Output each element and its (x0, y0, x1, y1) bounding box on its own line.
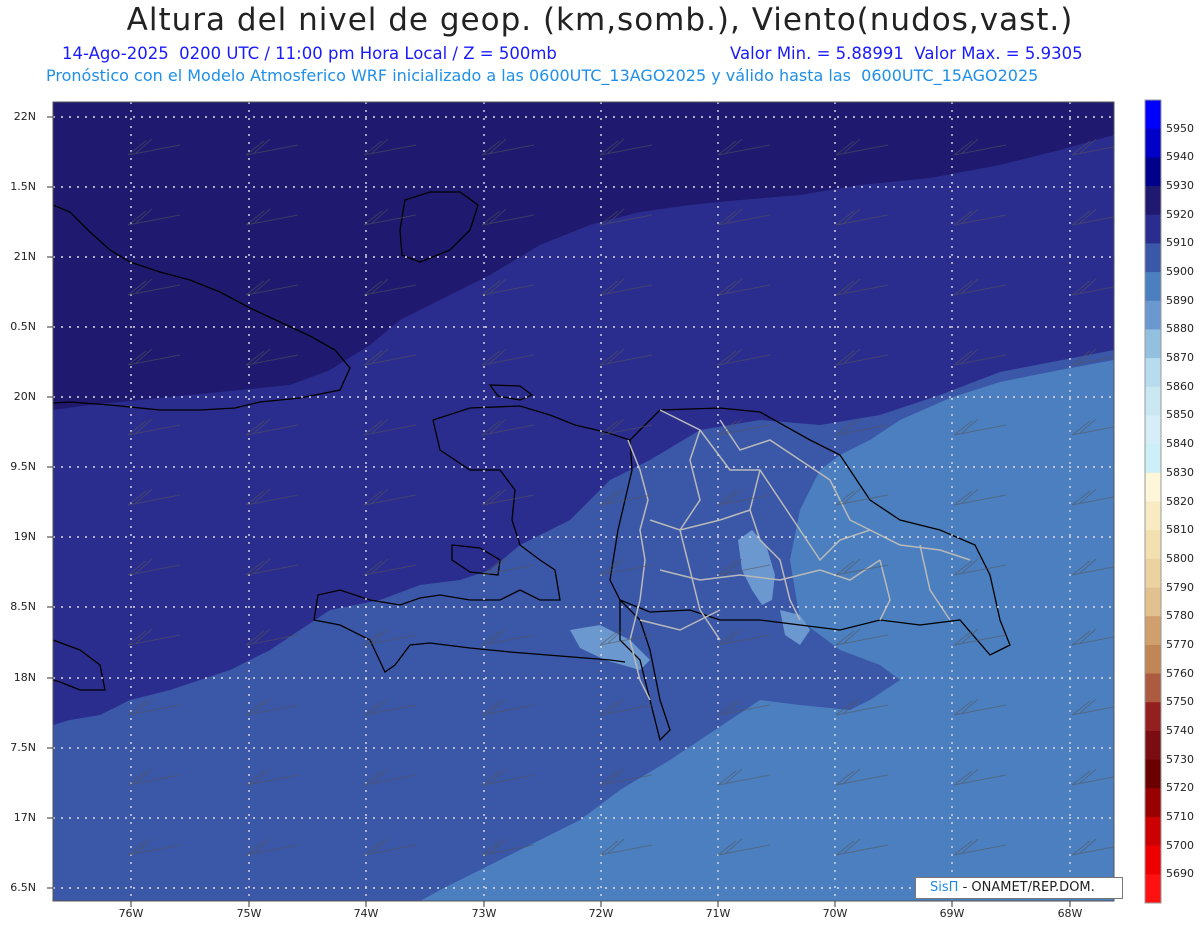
lon-label: 72W (588, 907, 614, 920)
colorbar-label: 5880 (1166, 322, 1194, 336)
colorbar-label: 5870 (1166, 351, 1194, 365)
colorbar-swatch (1145, 186, 1161, 216)
colorbar-label: 5860 (1166, 379, 1194, 393)
colorbar-label: 5840 (1166, 437, 1194, 451)
colorbar-swatch (1145, 816, 1161, 847)
lon-label: 69W (939, 907, 965, 920)
colorbar-swatch (1145, 730, 1161, 761)
colorbar-label: 5830 (1166, 465, 1194, 479)
colorbar-label: 5740 (1166, 723, 1194, 737)
colorbar-label: 5800 (1166, 551, 1194, 565)
colorbar-swatch (1145, 415, 1161, 445)
colorbar-swatch (1145, 272, 1161, 302)
lon-label: 70W (822, 907, 848, 920)
colorbar-label: 5850 (1166, 408, 1194, 422)
colorbar-swatch (1145, 845, 1161, 875)
lat-label: 8.5N (10, 600, 36, 613)
colorbar-swatch (1145, 501, 1161, 531)
lon-label: 68W (1057, 907, 1083, 920)
lon-label: 73W (471, 907, 497, 920)
colorbar-label: 5950 (1166, 121, 1194, 135)
colorbar-label: 5690 (1166, 867, 1194, 881)
lat-label: 0.5N (10, 320, 36, 333)
colorbar-swatch (1145, 243, 1161, 273)
forecast-map (47, 99, 1162, 907)
colorbar-label: 5770 (1166, 637, 1194, 651)
lon-label: 76W (118, 907, 144, 920)
lat-label: 18N (13, 671, 36, 684)
colorbar-label: 5700 (1166, 838, 1194, 852)
lon-label: 74W (353, 907, 379, 920)
lat-label: 19N (13, 530, 36, 543)
colorbar-swatch (1145, 702, 1161, 732)
lat-label: 7.5N (10, 741, 36, 754)
lat-label: 6.5N (10, 881, 36, 894)
lat-label: 9.5N (10, 460, 36, 473)
colorbar-swatch (1145, 214, 1161, 244)
colorbar-label: 5820 (1166, 494, 1194, 508)
credit-box: SisΠ - ONAMET/REP.DOM. (915, 877, 1123, 899)
lon-label: 71W (705, 907, 731, 920)
colorbar (1144, 99, 1162, 904)
colorbar-swatch (1145, 472, 1161, 502)
colorbar-label: 5930 (1166, 179, 1194, 193)
credit-brand: SisΠ (930, 880, 959, 895)
colorbar-label: 5920 (1166, 207, 1194, 221)
colorbar-label: 5730 (1166, 752, 1194, 766)
lat-label: 22N (13, 110, 36, 123)
colorbar-label: 5760 (1166, 666, 1194, 680)
colorbar-label: 5940 (1166, 150, 1194, 164)
lon-label: 75W (236, 907, 262, 920)
colorbar-swatch (1145, 759, 1161, 789)
lat-label: 20N (13, 390, 36, 403)
colorbar-label: 5710 (1166, 809, 1194, 823)
colorbar-label: 5780 (1166, 609, 1194, 623)
colorbar-swatch (1145, 616, 1161, 646)
lat-label: 1.5N (10, 180, 36, 193)
colorbar-label: 5900 (1166, 265, 1194, 279)
colorbar-swatch (1145, 444, 1161, 474)
colorbar-swatch (1145, 358, 1161, 388)
colorbar-swatch (1145, 587, 1161, 617)
colorbar-label: 5810 (1166, 523, 1194, 537)
colorbar-label: 5790 (1166, 580, 1194, 594)
colorbar-label: 5720 (1166, 781, 1194, 795)
colorbar-swatch (1145, 874, 1161, 904)
colorbar-swatch (1145, 157, 1161, 187)
colorbar-swatch (1145, 644, 1161, 675)
colorbar-swatch (1145, 128, 1161, 158)
colorbar-swatch (1145, 530, 1161, 560)
geopotential-shading (53, 102, 1114, 901)
colorbar-swatch (1145, 788, 1161, 818)
lat-label: 17N (13, 811, 36, 824)
colorbar-swatch (1145, 300, 1161, 330)
colorbar-swatch (1145, 558, 1161, 589)
credit-text: - ONAMET/REP.DOM. (962, 880, 1095, 895)
colorbar-swatch (1145, 386, 1161, 416)
colorbar-swatch (1145, 100, 1161, 130)
lat-label: 21N (13, 250, 36, 263)
colorbar-swatch (1145, 673, 1161, 703)
colorbar-swatch (1145, 329, 1161, 359)
colorbar-label: 5750 (1166, 695, 1194, 709)
colorbar-label: 5910 (1166, 236, 1194, 250)
colorbar-label: 5890 (1166, 293, 1194, 307)
